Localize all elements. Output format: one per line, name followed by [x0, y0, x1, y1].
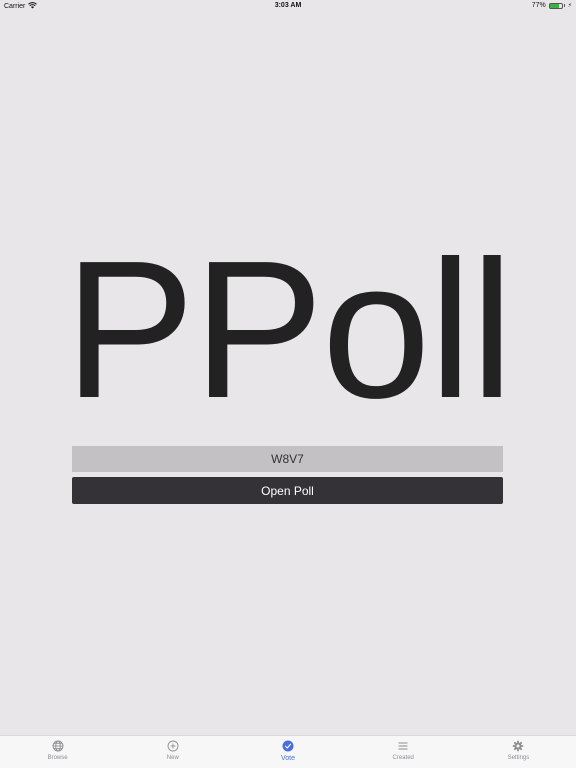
tab-label: Browse: [47, 755, 68, 761]
app-title: PPoll: [64, 220, 514, 439]
battery-fill: [549, 3, 560, 8]
status-time: 3:03 AM: [274, 2, 302, 9]
tab-vote[interactable]: Vote: [230, 736, 345, 768]
open-poll-button[interactable]: Open Poll: [72, 477, 503, 504]
tab-label: Created: [392, 755, 414, 761]
tab-label: Settings: [507, 755, 530, 761]
tab-bar: Browse New Vote Created Settings: [0, 735, 576, 768]
battery-percent: 77%: [531, 2, 546, 9]
plus-circle-icon: [167, 740, 179, 752]
checkmark-circle-icon: [282, 740, 294, 752]
globe-icon: [52, 740, 64, 752]
tab-new[interactable]: New: [115, 736, 230, 768]
battery-cap: [563, 4, 565, 7]
tab-label: Vote: [281, 755, 296, 762]
list-icon: [398, 742, 408, 750]
tab-label: New: [166, 755, 179, 761]
charging-bolt-icon: ⚡: [567, 3, 572, 9]
tab-settings[interactable]: Settings: [461, 736, 576, 768]
status-right: 77% ⚡: [532, 2, 572, 9]
status-bar: Carrier 3:03 AM 77% ⚡: [0, 0, 576, 12]
battery-icon: [548, 2, 563, 9]
tab-browse[interactable]: Browse: [0, 736, 115, 768]
gear-icon: [513, 740, 524, 752]
poll-code-input[interactable]: [72, 446, 503, 472]
tab-created[interactable]: Created: [346, 736, 461, 768]
